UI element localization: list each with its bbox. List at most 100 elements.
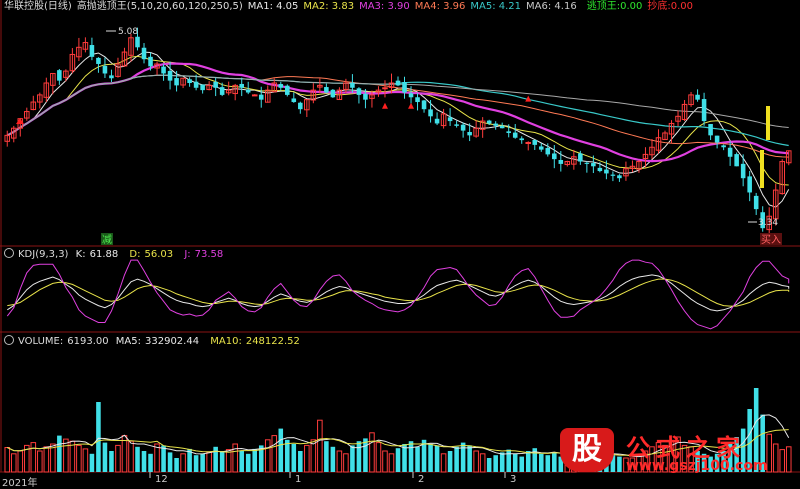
main-panel-header: 华联控股(日线) 高抛逃顶王(5,10,20,60,120,250,5) MA1: … (4, 1, 698, 13)
volume-bar (128, 440, 134, 473)
candle-body (89, 45, 95, 57)
volume-bar (499, 452, 505, 472)
volume-title: VOLUME: (18, 336, 64, 347)
candle-body (460, 124, 466, 131)
volume-bar (37, 450, 43, 473)
kdj-lines (6, 259, 790, 330)
volume-bar (447, 451, 453, 472)
volume-bar (82, 448, 89, 473)
candle-body (578, 153, 583, 162)
candle-body (714, 135, 720, 143)
candle-body (200, 84, 205, 91)
candle-body (525, 141, 532, 144)
volume-bar (395, 448, 401, 472)
candle-body (193, 81, 199, 88)
volume-bar (96, 402, 101, 472)
candle-body (740, 163, 746, 179)
volume-bar (434, 445, 440, 472)
volume-ma5: MA5: 332902.44 (115, 336, 200, 347)
volume-bar (4, 447, 11, 473)
volume-bar (193, 455, 199, 472)
candle-body (467, 131, 472, 136)
candle-body (552, 153, 557, 160)
candle-body (258, 94, 264, 100)
watermark-logo: 股 (560, 428, 614, 472)
volume-bar (519, 456, 525, 472)
candle-body (285, 85, 290, 95)
candle-body (324, 87, 329, 93)
volume-bar (219, 451, 225, 472)
candle-body (330, 89, 336, 98)
volume-bar (454, 446, 459, 472)
volume-bar (408, 441, 414, 472)
candle-body (350, 82, 355, 88)
candle-body (610, 174, 616, 176)
candle-body (363, 93, 368, 100)
volume-bar (30, 442, 37, 473)
volume-bar (206, 451, 212, 473)
volume-bar (356, 441, 362, 472)
candle-body (421, 100, 427, 110)
kdj-title: KDJ(9,3,3) (18, 249, 69, 260)
volume-bar (382, 450, 388, 473)
candle-body (96, 57, 101, 64)
candle-body (135, 36, 140, 48)
candle-body (617, 175, 622, 179)
candle-body (434, 118, 440, 124)
candle-body (109, 75, 114, 79)
volume-bar (245, 453, 251, 472)
volume-bar (63, 438, 69, 473)
volume-bar (115, 444, 121, 473)
candle-body (298, 102, 303, 110)
volume-bar (486, 458, 492, 472)
escape-signal-bar (766, 106, 770, 140)
kdj-d: D: 56.03 (129, 249, 174, 260)
ma-line-4 (7, 74, 789, 158)
x-label-12: 12 (155, 474, 168, 485)
candle-body (57, 70, 62, 81)
buy-arrow-marker (408, 102, 415, 109)
volume-bar (336, 450, 343, 473)
candle-body (538, 146, 544, 150)
candle-body (141, 47, 147, 60)
volume-bar (167, 452, 173, 472)
buy-tag: 买入 (761, 234, 781, 246)
candle-body (591, 163, 596, 167)
volume-bar (440, 453, 447, 473)
candle-body (493, 123, 498, 126)
volume-panel-header: VOLUME: 6193.00 MA5: 332902.44 MA10: 248122… (4, 335, 308, 348)
high-price-label: 5.08 (118, 27, 138, 37)
panel-toggle-icon[interactable] (4, 248, 14, 258)
candle-body (356, 88, 362, 95)
volume-bar (310, 439, 317, 473)
candlestick-series (4, 27, 792, 236)
candle-body (499, 125, 505, 129)
volume-bar (89, 453, 95, 472)
volume-bar (324, 441, 329, 472)
panel-toggle-icon[interactable] (4, 335, 14, 345)
candle-body (148, 56, 153, 67)
volume-bar (512, 453, 518, 472)
candle-body (454, 124, 459, 126)
candle-body (532, 139, 538, 145)
kdj-panel-header: KDJ(9,3,3) K: 61.88 D: 56.03 J: 73.58 (4, 248, 231, 261)
volume-bar (43, 446, 50, 473)
candle-body (219, 87, 225, 95)
x-axis-ticks (149, 472, 506, 478)
volume-bar (76, 444, 82, 473)
kdj-j: J: 73.58 (184, 249, 224, 260)
candle-body (174, 78, 179, 86)
indicator-title: 高抛逃顶王(5,10,20,60,120,250,5) (76, 1, 243, 12)
x-label-3: 3 (510, 474, 517, 485)
signal-markers (16, 30, 770, 223)
volume-bar (415, 446, 420, 472)
low-price-label: 3.34 (758, 218, 778, 228)
ma-item-6: MA6: 4.16 (526, 1, 577, 12)
kdj-k: K: 61.88 (75, 249, 119, 260)
candle-body (251, 94, 258, 97)
kdj-line-j (6, 259, 790, 330)
candle-body (721, 145, 726, 148)
volume-bar (317, 419, 323, 473)
volume-bar (69, 440, 76, 473)
candle-body (102, 65, 108, 74)
